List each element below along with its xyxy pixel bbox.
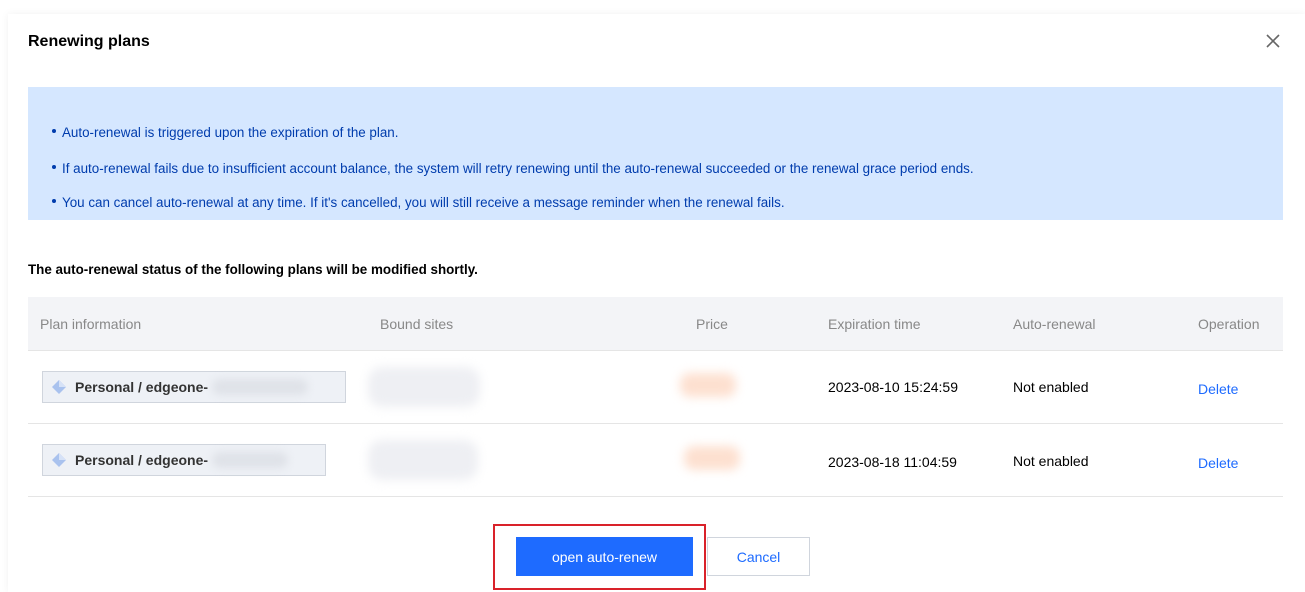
dialog-title: Renewing plans: [28, 33, 150, 50]
bullet-icon: [52, 199, 56, 204]
open-auto-renew-button[interactable]: open auto-renew: [516, 537, 693, 576]
auto-renewal-status: Not enabled: [1013, 379, 1089, 395]
redacted-price: [680, 373, 736, 397]
redacted-bound-site: [368, 440, 478, 480]
table-header: Plan information Bound sites Price Expir…: [28, 297, 1283, 351]
notice-item: If auto-renewal fails due to insufficien…: [52, 161, 974, 176]
redacted-bound-site: [368, 367, 480, 407]
plan-diamond-icon: [52, 453, 66, 467]
plan-tag: Personal / edgeone-: [42, 444, 326, 476]
table-row: Personal / edgeone- 2023-08-10 15:24:59 …: [28, 351, 1283, 424]
column-header-plan-information: Plan information: [40, 316, 142, 332]
bullet-icon: [52, 129, 56, 134]
plan-name: Personal / edgeone-: [75, 379, 209, 395]
notice-item-text: If auto-renewal fails due to insufficien…: [62, 161, 974, 176]
cancel-button[interactable]: Cancel: [707, 537, 810, 576]
column-header-expiration-time: Expiration time: [828, 316, 921, 332]
bullet-icon: [52, 165, 56, 170]
redacted-plan-id: [212, 452, 289, 468]
table-row: Personal / edgeone- 2023-08-18 11:04:59 …: [28, 424, 1283, 497]
column-header-price: Price: [696, 316, 728, 332]
notice-item: You can cancel auto-renewal at any time.…: [52, 195, 785, 210]
delete-link[interactable]: Delete: [1198, 455, 1238, 471]
notice-item: Auto-renewal is triggered upon the expir…: [52, 125, 398, 140]
info-notice: Auto-renewal is triggered upon the expir…: [28, 87, 1283, 220]
expiration-time: 2023-08-10 15:24:59: [828, 379, 958, 395]
auto-renewal-status: Not enabled: [1013, 453, 1089, 469]
column-header-auto-renewal: Auto-renewal: [1013, 316, 1096, 332]
expiration-time: 2023-08-18 11:04:59: [828, 454, 957, 470]
plan-diamond-icon: [52, 380, 66, 394]
section-subtitle: The auto-renewal status of the following…: [28, 262, 478, 277]
column-header-operation: Operation: [1198, 316, 1260, 332]
notice-item-text: You can cancel auto-renewal at any time.…: [62, 195, 785, 210]
close-icon[interactable]: [1263, 31, 1283, 51]
plan-name: Personal / edgeone-: [75, 452, 209, 468]
notice-item-text: Auto-renewal is triggered upon the expir…: [62, 125, 399, 140]
redacted-plan-id: [212, 379, 309, 395]
redacted-price: [684, 446, 740, 470]
plan-tag: Personal / edgeone-: [42, 371, 346, 403]
delete-link[interactable]: Delete: [1198, 381, 1238, 397]
plans-table: Plan information Bound sites Price Expir…: [28, 297, 1283, 497]
column-header-bound-sites: Bound sites: [380, 316, 454, 332]
